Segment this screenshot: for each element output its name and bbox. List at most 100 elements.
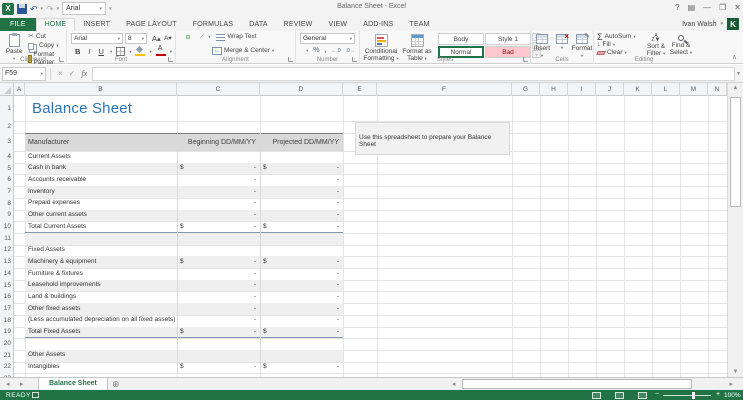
table-row-fixed-assets[interactable]: Fixed Assets (25, 245, 343, 257)
row-header-10[interactable]: 10 (0, 223, 13, 230)
zoom-in-icon[interactable]: + (716, 391, 720, 398)
column-header-G[interactable]: G (512, 83, 540, 96)
column-header-I[interactable]: I (568, 83, 596, 96)
table-row-less-accumulated-depreciation-on-all-fixed-assets[interactable]: (Less accumulated depreciation on all fi… (25, 315, 343, 327)
column-header-F[interactable]: F (377, 83, 512, 96)
table-row-other-current-assets[interactable]: Other current assets-- (25, 210, 343, 222)
zoom-slider-track[interactable] (663, 395, 711, 396)
table-row-other-fixed-assets[interactable]: Other fixed assets-- (25, 303, 343, 315)
clipboard-dialog-launcher[interactable] (59, 57, 64, 62)
table-row-total-current-assets[interactable]: Total Current Assets$-$- (25, 221, 343, 233)
bottom-align-icon[interactable] (192, 35, 196, 39)
table-row-prepaid-expenses[interactable]: Prepaid expenses-- (25, 198, 343, 210)
row-header-4[interactable]: 4 (0, 153, 13, 160)
row-header-13[interactable]: 13 (0, 258, 13, 265)
cell-style-body[interactable]: Body (438, 33, 484, 45)
scroll-down-icon[interactable]: ▼ (728, 369, 743, 375)
table-row-other-assets[interactable]: Other Assets (25, 350, 343, 362)
bold-icon[interactable]: B (73, 47, 82, 56)
column-header-H[interactable]: H (540, 83, 568, 96)
row-header-8[interactable]: 8 (0, 200, 13, 207)
align-center-icon[interactable] (186, 49, 190, 53)
sheet-title-cell[interactable]: Balance Sheet (32, 100, 132, 117)
ribbon-tab-data[interactable]: DATA (241, 19, 275, 31)
column-header-C[interactable]: C (177, 83, 260, 96)
borders-icon[interactable] (116, 47, 125, 56)
new-sheet-icon[interactable]: ⊕ (112, 379, 120, 390)
table-row-inventory[interactable]: Inventory-- (25, 186, 343, 198)
ribbon-display-icon[interactable]: ▤ (688, 2, 696, 14)
ribbon-tab-page-layout[interactable]: PAGE LAYOUT (118, 19, 185, 31)
row-header-5[interactable]: 5 (0, 165, 13, 172)
column-header-N[interactable]: N (708, 83, 727, 96)
table-row-current-assets[interactable]: Current Assets (25, 151, 343, 163)
row-header-14[interactable]: 14 (0, 270, 13, 277)
column-header-L[interactable]: L (652, 83, 680, 96)
vertical-scroll-thumb[interactable] (730, 97, 741, 207)
page-layout-view-icon[interactable] (615, 392, 624, 399)
zoom-out-icon[interactable]: − (655, 391, 659, 398)
expand-formula-bar-icon[interactable]: ▾ (737, 70, 743, 77)
row-header-7[interactable]: 7 (0, 188, 13, 195)
underline-icon[interactable]: U (97, 47, 106, 56)
fill-color-icon[interactable] (135, 47, 145, 56)
zoom-percent[interactable]: 100% (724, 392, 741, 399)
note-text-box[interactable]: Use this spreadsheet to prepare your Bal… (355, 122, 510, 155)
scroll-up-icon[interactable]: ▲ (728, 85, 743, 91)
insert-cells-button[interactable]: Insert ▾ (532, 32, 552, 58)
user-account[interactable]: Ivan Walsh ▾ K (682, 18, 739, 30)
minimize-icon[interactable]: — (703, 2, 711, 14)
font-dialog-launcher[interactable] (168, 57, 173, 62)
table-row-cash-in-bank[interactable]: Cash in bank$-$- (25, 163, 343, 175)
autosum-button[interactable]: ΣAutoSum▾ (597, 33, 636, 41)
delete-cells-button[interactable]: ▾ (552, 32, 572, 50)
row-header-2[interactable]: 2 (0, 123, 13, 130)
decrease-decimal-icon[interactable]: .0→ (346, 48, 355, 54)
align-right-icon[interactable] (192, 49, 196, 53)
ribbon-tab-review[interactable]: REVIEW (276, 19, 321, 31)
orientation-dropdown-icon[interactable]: ▾ (208, 35, 210, 39)
ribbon-tab-add-ins[interactable]: ADD-INS (355, 19, 401, 31)
top-align-icon[interactable] (180, 35, 184, 39)
comma-style-icon[interactable]: , (325, 47, 327, 54)
enter-formula-icon[interactable]: ✓ (66, 69, 79, 78)
column-headers[interactable]: ABCDEFGHIJKLMN (0, 83, 727, 96)
row-header-12[interactable]: 12 (0, 246, 13, 253)
ribbon-tab-formulas[interactable]: FORMULAS (185, 19, 242, 31)
table-row-machinery-equipment[interactable]: Machinery & equipment$-$- (25, 256, 343, 268)
collapse-ribbon-icon[interactable]: ∧ (732, 53, 737, 61)
font-color-dropdown-icon[interactable]: ▾ (170, 50, 172, 54)
table-header-row[interactable]: Manufacturer Beginning DD/MM/YY Projecte… (25, 133, 343, 151)
ribbon-tab-insert[interactable]: INSERT (75, 19, 118, 31)
accounting-dropdown-icon[interactable]: ▾ (306, 49, 308, 53)
column-header-B[interactable]: B (25, 83, 177, 96)
ribbon-tab-file[interactable]: FILE (0, 18, 36, 31)
table-row-blank[interactable] (25, 338, 343, 350)
fill-button[interactable]: ↓Fill▾ (597, 41, 636, 49)
row-header-21[interactable]: 21 (0, 352, 13, 359)
column-header-J[interactable]: J (596, 83, 624, 96)
row-header-17[interactable]: 17 (0, 305, 13, 312)
row-header-22[interactable]: 22 (0, 363, 13, 370)
copy-button[interactable]: Copy▾ (28, 42, 66, 50)
table-row-blank[interactable] (25, 233, 343, 245)
increase-indent-icon[interactable] (204, 49, 208, 53)
column-header-A[interactable]: A (14, 83, 25, 96)
row-header-1[interactable]: 1 (0, 105, 13, 112)
middle-align-icon[interactable] (186, 35, 190, 39)
vertical-scrollbar[interactable]: ▲ ▼ (727, 83, 743, 377)
number-format-combo[interactable]: General▾ (300, 33, 355, 44)
underline-dropdown-icon[interactable]: ▾ (110, 50, 112, 54)
column-header-K[interactable]: K (624, 83, 652, 96)
cut-button[interactable]: ✂Cut (28, 33, 66, 41)
ribbon-tab-team[interactable]: TEAM (401, 19, 437, 31)
clear-button[interactable]: Clear▾ (597, 49, 636, 57)
find-select-button[interactable]: Find &Select ▾ (669, 33, 693, 56)
row-header-3[interactable]: 3 (0, 138, 13, 145)
select-all-corner[interactable] (0, 83, 14, 96)
decrease-indent-icon[interactable] (198, 49, 202, 53)
table-row-leasehold-improvements[interactable]: Leasehold improvements-- (25, 280, 343, 292)
zoom-slider-thumb[interactable] (692, 392, 695, 399)
row-headers[interactable]: 1234567891011121314151617181920212223 (0, 96, 14, 377)
increase-decimal-icon[interactable]: ←.0 (331, 48, 340, 54)
